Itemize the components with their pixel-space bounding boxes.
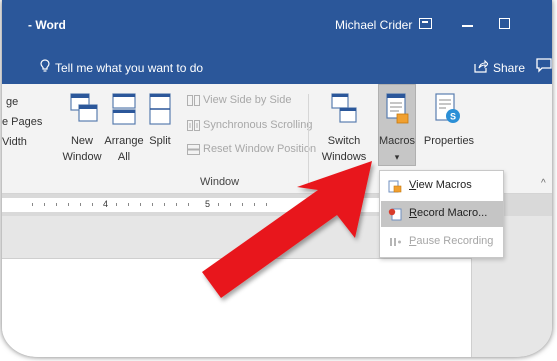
ruler-tick (152, 203, 153, 206)
title-bar: - Word Michael Crider (2, 0, 552, 50)
menu-item-label: Record Macro... (409, 207, 488, 219)
ribbon-display-options-icon[interactable] (419, 18, 432, 29)
new-window-label-2[interactable]: Window (62, 150, 102, 165)
view-side-by-side-label[interactable]: View Side by Side (203, 93, 291, 108)
menu-item-record-macro[interactable]: Record Macro... (381, 201, 503, 227)
ruler-tick (176, 203, 177, 206)
ruler-tick (218, 203, 219, 206)
reset-window-position-icon (187, 144, 200, 155)
document-page[interactable] (2, 258, 472, 357)
ruler-tick (140, 203, 141, 206)
share-icon[interactable] (473, 59, 488, 73)
macros-icon[interactable] (385, 92, 411, 126)
minimize-icon[interactable] (462, 25, 473, 27)
collapse-ribbon-icon[interactable]: ^ (541, 178, 546, 189)
comment-icon[interactable] (536, 58, 552, 73)
switch-windows-label-1[interactable]: Switch (320, 134, 368, 149)
synchronous-scrolling-label[interactable]: Synchronous Scrolling (203, 118, 312, 133)
ruler-tick (116, 203, 117, 206)
ruler-tick (56, 203, 57, 206)
ruler-tick (242, 203, 243, 206)
new-window-icon[interactable] (69, 92, 99, 124)
lightbulb-icon (40, 59, 50, 72)
new-window-label-1[interactable]: New (62, 134, 102, 149)
menu-item-pause-recording[interactable]: Pause Recording (381, 229, 503, 255)
window-group-label: Window (200, 176, 240, 188)
menu-item-label: Pause Recording (409, 235, 494, 247)
ruler-tick (230, 203, 231, 206)
maximize-icon[interactable] (499, 18, 510, 29)
word-window: - Word Michael Crider Tell me what you w… (2, 0, 552, 357)
split-label[interactable]: Split (144, 134, 176, 149)
pause-recording-icon (390, 238, 401, 246)
ruler-number: 4 (103, 199, 109, 209)
arrange-all-label-2[interactable]: All (102, 150, 146, 165)
share-button[interactable]: Share (493, 61, 525, 75)
switch-windows-icon[interactable] (330, 92, 360, 126)
reset-window-position-label[interactable]: Reset Window Position (203, 142, 316, 157)
tell-me-input[interactable]: Tell me what you want to do (55, 61, 203, 75)
synchronous-scrolling-icon (187, 120, 200, 131)
arrange-all-icon[interactable] (111, 92, 137, 126)
view-macros-icon (388, 180, 402, 193)
properties-label[interactable]: Properties (422, 134, 476, 149)
ruler-tick (254, 203, 255, 206)
macros-label[interactable]: Macros (378, 134, 416, 149)
ruler-tick (188, 203, 189, 206)
ruler-tick (128, 203, 129, 206)
svg-text:S: S (450, 112, 456, 122)
ruler-tick (164, 203, 165, 206)
ruler-number: 5 (205, 199, 211, 209)
switch-windows-label-2[interactable]: Windows (320, 150, 368, 165)
split-icon[interactable] (148, 92, 172, 126)
ruler-tick (80, 203, 81, 206)
tell-me-bar: Tell me what you want to do Share (2, 50, 552, 84)
ruler-tick (68, 203, 69, 206)
cut-label-3[interactable]: Vidth (2, 135, 27, 150)
cut-label-1[interactable]: ge (6, 95, 18, 110)
ruler-tick (92, 203, 93, 206)
view-side-by-side-icon (187, 95, 200, 106)
menu-item-label: View Macros (409, 179, 472, 191)
macros-dropdown-menu: View Macros Record Macro... Pause Record… (379, 170, 504, 258)
chevron-down-icon[interactable]: ▾ (378, 150, 416, 165)
ruler-strip (2, 198, 402, 212)
cut-label-2[interactable]: e Pages (2, 115, 42, 130)
record-macro-icon (388, 208, 402, 221)
user-name[interactable]: Michael Crider (335, 18, 412, 32)
properties-icon[interactable]: S (434, 92, 462, 126)
group-separator (308, 94, 309, 184)
ruler-tick (266, 203, 267, 206)
document-title: - Word (28, 18, 66, 32)
arrange-all-label-1[interactable]: Arrange (102, 134, 146, 149)
menu-item-view-macros[interactable]: View Macros (381, 173, 503, 199)
ruler-tick (44, 203, 45, 206)
ruler-tick (32, 203, 33, 206)
